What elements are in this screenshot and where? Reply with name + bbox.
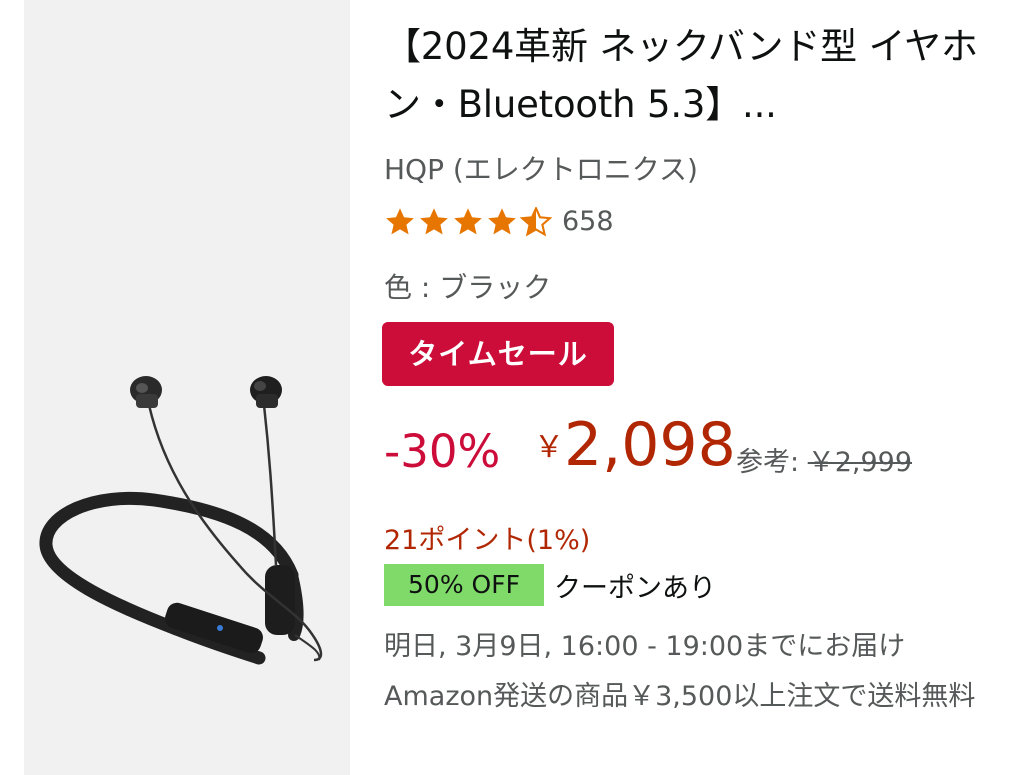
neckband-earphones-image (39, 376, 323, 665)
reference-price-value: ￥2,999 (807, 447, 912, 478)
product-title[interactable]: 【2024革新 ネックバンド型 イヤホン・Bluetooth 5.3】... (384, 18, 984, 134)
coupon-row: 50% OFF クーポンあり (384, 564, 716, 606)
product-card[interactable]: 【2024革新 ネックバンド型 イヤホン・Bluetooth 5.3】... H… (0, 0, 1024, 775)
reference-price: 参考: ￥2,999 (736, 440, 912, 479)
star-icon (420, 207, 448, 234)
delivery-date: 明日, 3月9日, 16:00 - 19:00までにお届け (384, 631, 906, 662)
color-variant: 色 : ブラック (384, 271, 552, 304)
product-brand: HQP (エレクトロニクス) (384, 153, 698, 186)
time-sale-badge: タイムセール (382, 322, 614, 386)
star-icon (386, 207, 414, 234)
half-star-icon (520, 206, 552, 236)
rating-count[interactable]: 658 (562, 206, 614, 237)
currency-symbol: ￥ (534, 430, 564, 465)
coupon-badge: 50% OFF (384, 564, 544, 606)
rating-row[interactable]: 658 (384, 206, 614, 237)
price-row: -30% ￥ 2,098 参考: ￥2,999 (384, 410, 1004, 490)
delivery-info: 明日, 3月9日, 16:00 - 19:00までにお届け Amazon発送の商… (384, 622, 1004, 722)
points: 21ポイント(1%) (384, 525, 591, 556)
free-shipping-note: Amazon発送の商品￥3,500以上注文で送料無料 (384, 681, 976, 712)
coupon-text: クーポンあり (554, 572, 716, 604)
star-icon (454, 207, 482, 234)
product-image[interactable] (24, 0, 350, 775)
star-rating (384, 206, 552, 237)
discount-percent: -30% (384, 425, 501, 478)
reference-label: 参考: (736, 447, 800, 478)
sale-price: 2,098 (564, 410, 736, 480)
star-icon (488, 207, 516, 234)
